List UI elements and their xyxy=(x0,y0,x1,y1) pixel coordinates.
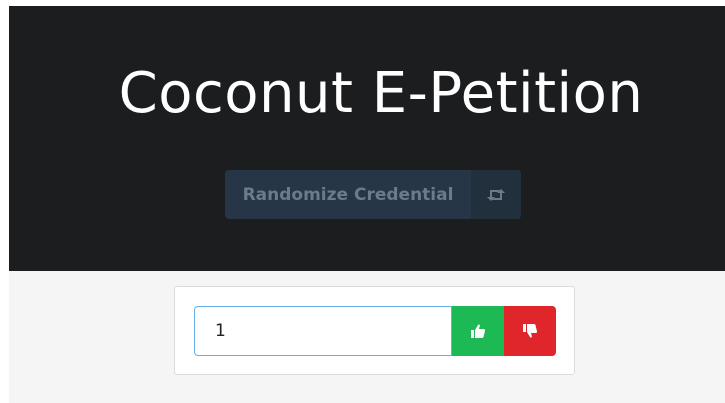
hero-banner: Coconut E-Petition Randomize Credential xyxy=(9,6,725,271)
page-title: Coconut E-Petition xyxy=(118,61,644,126)
thumbs-up-icon xyxy=(471,324,485,338)
downvote-button[interactable] xyxy=(504,306,556,356)
thumbs-down-icon xyxy=(523,324,537,338)
randomize-credential-label: Randomize Credential xyxy=(242,184,454,205)
credential-input[interactable] xyxy=(194,306,452,356)
upvote-button[interactable] xyxy=(452,306,504,356)
randomize-credential-button[interactable]: Randomize Credential xyxy=(225,170,521,219)
retweet-icon xyxy=(471,170,521,219)
vote-card xyxy=(174,286,575,375)
page-frame: Coconut E-Petition Randomize Credential xyxy=(9,6,725,403)
